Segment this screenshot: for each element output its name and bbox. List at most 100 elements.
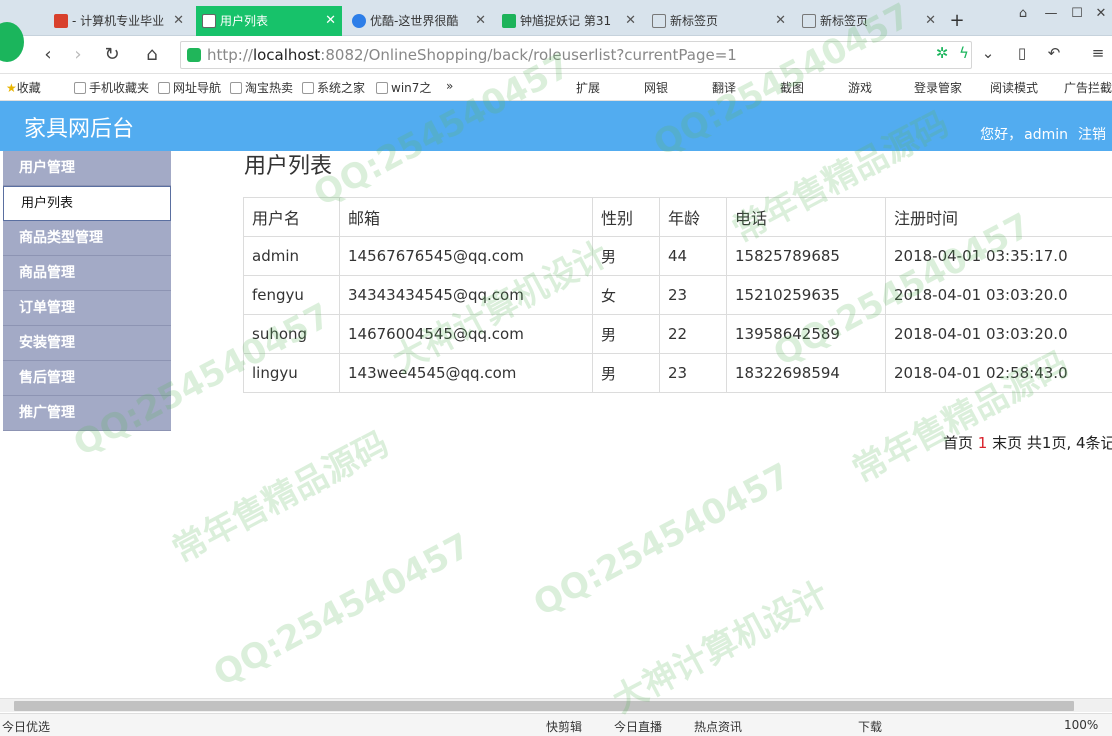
close-icon[interactable]: ✕ [625,6,636,36]
speed-mode-icon[interactable]: ✲ [932,44,952,62]
new-tab-button[interactable]: + [944,6,970,36]
bookmark-taobao[interactable]: 淘宝热卖 [230,79,293,96]
pager-summary: 共1页, 4条记录 [1026,434,1112,452]
user-greeting: 您好， admin 注销 [980,124,1106,144]
phone-icon [74,82,86,94]
page-title: 用户列表 [244,154,333,179]
sidebar-item-user-management[interactable]: 用户管理 [3,151,171,186]
sidebar-item-user-list[interactable]: 用户列表 [3,186,171,221]
scrollbar-thumb[interactable] [14,701,1074,711]
pager-first-link[interactable]: 首页 [943,434,973,452]
column-header-age: 年龄 [659,197,727,237]
status-download[interactable]: 下载 [858,718,882,735]
cell-register-time: 2018-04-01 03:03:20.0 [885,314,1112,354]
reload-icon[interactable]: ↻ [100,44,124,66]
column-header-register-time: 注册时间 [885,197,1112,237]
status-bar: 今日优选 快剪辑 今日直播 热点资讯 下载 100% [0,713,1112,736]
ext-games[interactable]: 游戏 [848,79,872,96]
close-icon[interactable]: ✕ [775,6,786,36]
pager-last-link[interactable]: 末页 [992,434,1022,452]
status-quick-edit[interactable]: 快剪辑 [546,718,582,735]
ext-translate[interactable]: 翻译 [712,79,736,96]
horizontal-scrollbar[interactable] [0,698,1112,712]
cell-age: 22 [659,314,727,354]
url-text[interactable]: http://localhost:8082/OnlineShopping/bac… [207,46,737,64]
bookmark-xitong[interactable]: 系统之家 [302,79,365,96]
home-icon[interactable]: ⌂ [140,44,164,66]
close-icon[interactable]: ✕ [475,6,486,36]
sidebar-item-product-management[interactable]: 商品管理 [3,256,171,291]
browser-tab-4[interactable]: 新标签页 ✕ [646,6,792,36]
cell-email: 34343434545@qq.com [339,275,593,315]
page-icon [230,82,242,94]
page-icon [376,82,388,94]
table-row: fengyu 34343434545@qq.com 女 23 152102596… [243,275,1112,315]
ext-reading-mode[interactable]: 阅读模式 [990,79,1038,96]
status-daily-picks[interactable]: 今日优选 [2,718,50,735]
logout-link[interactable]: 注销 [1078,127,1106,143]
ext-bank[interactable]: 网银 [644,79,668,96]
sidebar-item-promotion-management[interactable]: 推广管理 [3,396,171,431]
cell-gender: 男 [592,314,660,354]
bookmark-nav[interactable]: 网址导航 [158,79,221,96]
sidebar-item-order-management[interactable]: 订单管理 [3,291,171,326]
watermark-qq: QQ:254540457 [527,455,798,625]
maximize-icon[interactable]: ☐ [1064,6,1090,21]
star-icon: ★ [6,81,17,95]
column-header-gender: 性别 [592,197,660,237]
ext-screenshot[interactable]: 截图 [780,79,804,96]
cell-age: 44 [659,236,727,276]
sidebar-item-category-management[interactable]: 商品类型管理 [3,221,171,256]
cell-gender: 男 [592,236,660,276]
browser-tab-3[interactable]: 钟馗捉妖记 第31 ✕ [496,6,642,36]
browser-tab-1[interactable]: 用户列表 ✕ [196,6,342,36]
status-news[interactable]: 热点资讯 [694,718,742,735]
column-header-username: 用户名 [243,197,340,237]
ext-extensions[interactable]: 扩展 [576,79,600,96]
table-row: lingyu 143wee4545@qq.com 男 23 1832269859… [243,353,1112,393]
cell-gender: 女 [592,275,660,315]
table-row: admin 14567676545@qq.com 男 44 1582578968… [243,236,1112,276]
pager-current-page[interactable]: 1 [978,434,988,452]
ext-adblock[interactable]: 广告拦截 [1064,79,1112,96]
sidebar-item-install-management[interactable]: 安装管理 [3,326,171,361]
column-header-email: 邮箱 [339,197,593,237]
phone-icon[interactable]: ▯ [1012,44,1032,62]
ext-login-manager[interactable]: 登录管家 [914,79,962,96]
close-icon[interactable]: ✕ [925,6,936,36]
table-header-row: 用户名 邮箱 性别 年龄 电话 注册时间 [243,197,1112,237]
sidebar-item-aftersales-management[interactable]: 售后管理 [3,361,171,396]
window-close-icon[interactable]: ✕ [1088,6,1112,21]
browser-tab-2[interactable]: 优酷-这世界很酷 ✕ [346,6,492,36]
back-icon[interactable]: ‹ [36,44,60,66]
address-toolbar: ‹ › ↻ ⌂ http://localhost:8082/OnlineShop… [0,22,1112,74]
tab-label: 优酷-这世界很酷 [370,14,459,28]
tab-label: 钟馗捉妖记 第31 [520,14,612,28]
tab-favicon-icon [202,14,216,28]
bolt-icon[interactable]: ϟ [954,44,974,62]
browser-tab-0[interactable]: - 计算机专业毕业 ✕ [48,6,190,36]
username: admin [1024,127,1068,143]
page-icon [158,82,170,94]
minimize-icon[interactable]: — [1038,6,1064,21]
page-header: 家具网后台 您好， admin 注销 [0,101,1112,151]
pagination: 首页 1 末页 共1页, 4条记录 [943,432,1112,453]
address-bar[interactable]: http://localhost:8082/OnlineShopping/bac… [180,41,972,69]
status-zoom[interactable]: 100% [1064,718,1098,732]
bookmark-mobile[interactable]: 手机收藏夹 [74,79,149,96]
bookmark-more[interactable]: » [446,79,453,93]
bookmark-favorites[interactable]: ★收藏 [6,79,41,96]
browser-tab-5[interactable]: 新标签页 ✕ [796,6,942,36]
shield-icon [187,48,201,62]
tab-label: - 计算机专业毕业 [72,14,165,28]
status-live[interactable]: 今日直播 [614,718,662,735]
forward-icon[interactable]: › [66,44,90,66]
bookmark-win7[interactable]: win7之 [376,79,431,96]
tab-favicon-icon [502,14,516,28]
menu-icon[interactable]: ≡ [1088,44,1108,62]
undo-icon[interactable]: ↶ [1044,44,1064,62]
dropdown-icon[interactable]: ⌄ [978,44,998,62]
close-icon[interactable]: ✕ [173,6,184,36]
close-icon[interactable]: ✕ [325,6,336,36]
skin-icon[interactable]: ⌂ [1010,6,1036,21]
